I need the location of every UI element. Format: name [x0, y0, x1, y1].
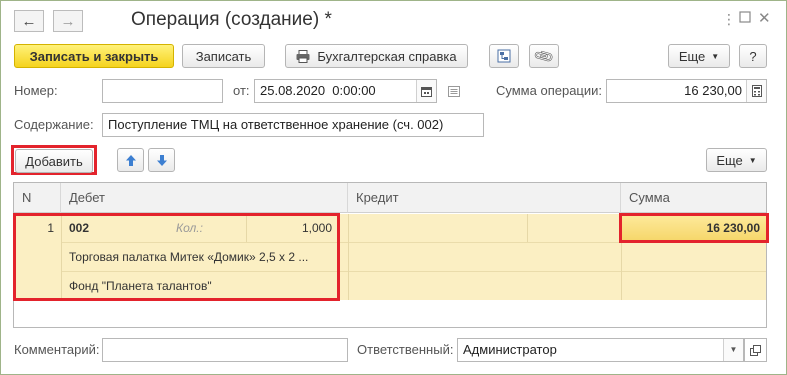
calendar-icon[interactable]	[416, 80, 436, 102]
column-header-credit[interactable]: Кредит	[348, 183, 621, 213]
arrow-down-icon	[156, 154, 167, 166]
history-icon[interactable]	[448, 85, 460, 100]
accounting-report-label: Бухгалтерская справка	[317, 48, 457, 64]
open-responsible-button[interactable]	[744, 338, 767, 362]
amount-value: 16 230,00	[684, 83, 742, 98]
comment-label: Комментарий:	[14, 342, 100, 357]
move-down-button[interactable]	[148, 148, 175, 172]
dropdown-arrow-icon[interactable]: ▼	[723, 339, 743, 361]
responsible-field[interactable]: Администратор ▼	[457, 338, 744, 362]
save-and-close-button[interactable]: Записать и закрыть	[14, 44, 174, 68]
table-more-button[interactable]: Еще ▼	[706, 148, 767, 172]
close-icon[interactable]: ✕	[758, 9, 771, 27]
help-button[interactable]: ?	[739, 44, 767, 68]
arrow-left-icon: ←	[21, 12, 37, 30]
column-header-sum[interactable]: Сумма	[621, 183, 766, 213]
more-label: Еще	[678, 48, 706, 64]
arrow-up-icon	[125, 154, 136, 166]
move-up-button[interactable]	[117, 148, 144, 172]
entries-table[interactable]: N Дебет Кредит Сумма 1 002 Кол.: 1,000 Т…	[13, 182, 769, 328]
sum-value: 16 230,00	[706, 221, 760, 235]
date-field[interactable]: 25.08.2020 0:00:00	[254, 79, 437, 103]
arrow-right-icon: →	[60, 12, 76, 30]
structure-button[interactable]	[489, 44, 519, 68]
column-header-debit[interactable]: Дебет	[61, 183, 348, 213]
maximize-icon[interactable]	[739, 10, 751, 26]
chevron-down-icon: ▼	[711, 51, 720, 61]
paperclip-icon: 📎︎	[532, 44, 556, 67]
printer-icon	[296, 49, 310, 63]
table-more-label: Еще	[716, 152, 743, 168]
debit-highlight	[13, 213, 340, 301]
amount-label: Сумма операции:	[496, 83, 602, 98]
menu-dots-icon[interactable]: ⋮	[722, 11, 736, 28]
open-icon	[750, 344, 761, 356]
content-field[interactable]: Поступление ТМЦ на ответственное хранени…	[102, 113, 484, 137]
column-header-n[interactable]: N	[14, 183, 61, 213]
attach-button[interactable]: 📎︎	[529, 44, 559, 68]
add-button[interactable]: Добавить	[15, 149, 93, 173]
more-button[interactable]: Еще ▼	[668, 44, 730, 68]
date-label: от:	[233, 83, 250, 98]
accounting-report-button[interactable]: Бухгалтерская справка	[285, 44, 468, 68]
responsible-value: Администратор	[463, 342, 557, 357]
number-label: Номер:	[14, 83, 58, 98]
calculator-icon[interactable]	[746, 80, 766, 102]
amount-field[interactable]: 16 230,00	[606, 79, 767, 103]
content-label: Содержание:	[14, 117, 94, 132]
chevron-down-icon: ▼	[748, 155, 757, 165]
forward-button[interactable]: →	[53, 10, 83, 32]
back-button[interactable]: ←	[14, 10, 44, 32]
sum-cell[interactable]: 16 230,00	[619, 213, 769, 243]
date-value: 25.08.2020 0:00:00	[260, 83, 376, 98]
responsible-label: Ответственный:	[357, 342, 454, 357]
number-field[interactable]	[102, 79, 223, 103]
save-button[interactable]: Записать	[182, 44, 265, 68]
window-title: Операция (создание) *	[131, 9, 332, 30]
hierarchy-icon	[497, 49, 511, 63]
comment-field[interactable]	[102, 338, 348, 362]
